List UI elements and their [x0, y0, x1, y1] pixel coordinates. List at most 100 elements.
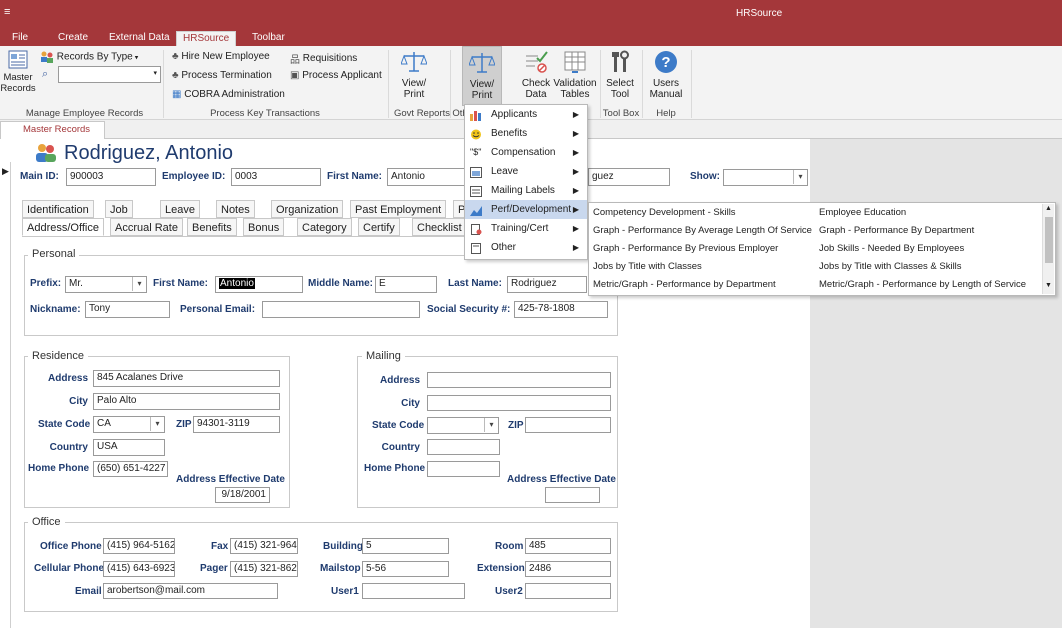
- ssn-field[interactable]: 425-78-1808: [514, 301, 608, 318]
- view-print-govt-button[interactable]: View/ Print: [394, 50, 434, 100]
- tab-create[interactable]: Create: [52, 31, 94, 46]
- email-field[interactable]: arobertson@mail.com: [103, 583, 278, 599]
- users-manual-button[interactable]: ? Users Manual: [645, 50, 687, 100]
- mailing-state-select[interactable]: ▾: [427, 417, 499, 434]
- tab-file[interactable]: File: [6, 31, 34, 46]
- chevron-down-icon[interactable]: ▾: [484, 418, 498, 432]
- menu-item-training-cert[interactable]: Training/Cert ▶: [465, 219, 587, 238]
- tab-bonus[interactable]: Bonus: [243, 218, 285, 236]
- room-field[interactable]: 485: [525, 538, 611, 554]
- residence-state-select[interactable]: CA ▾: [93, 416, 165, 433]
- menu-item-compensation[interactable]: "$" Compensation ▶: [465, 143, 587, 162]
- tab-past-employment[interactable]: Past Employment: [350, 200, 447, 218]
- requisitions-button[interactable]: 品 Requisitions: [290, 51, 357, 66]
- tab-external-data[interactable]: External Data: [103, 31, 176, 46]
- submenu-item[interactable]: Job Skills - Needed By Employees: [819, 240, 964, 258]
- tab-organization[interactable]: Organization: [271, 200, 344, 218]
- process-termination-button[interactable]: ♣ Process Termination: [172, 70, 272, 81]
- extension-field[interactable]: 2486: [525, 561, 611, 577]
- tab-address-office[interactable]: Address/Office: [22, 218, 104, 236]
- mailing-address-field[interactable]: [427, 372, 611, 388]
- mailstop-field[interactable]: 5-56: [362, 561, 449, 577]
- tab-category[interactable]: Category: [297, 218, 352, 236]
- scrollbar-thumb[interactable]: [1045, 217, 1053, 263]
- personal-email-field[interactable]: [262, 301, 420, 318]
- mailing-zip-field[interactable]: [525, 417, 611, 433]
- search-icon: ⌕: [42, 68, 49, 80]
- tab-hrsource[interactable]: HRSource: [176, 31, 237, 46]
- employee-icon: [34, 142, 58, 164]
- process-applicant-button[interactable]: ▣ Process Applicant: [290, 70, 382, 81]
- office-phone-field[interactable]: (415) 964-5162: [103, 538, 175, 554]
- records-by-type-button[interactable]: Records By Type ▾: [40, 51, 138, 63]
- residence-effective-date-field[interactable]: 9/18/2001: [215, 487, 270, 503]
- submenu-item[interactable]: Employee Education: [819, 204, 906, 222]
- validation-tables-button[interactable]: Validation Tables: [552, 50, 598, 100]
- menu-item-other[interactable]: Other ▶: [465, 238, 587, 257]
- mailing-effective-date-field[interactable]: [545, 487, 600, 503]
- tab-leave[interactable]: Leave: [160, 200, 200, 218]
- employee-id-field[interactable]: 0003: [231, 168, 321, 186]
- middle-name-field[interactable]: E: [375, 276, 437, 293]
- submenu-item[interactable]: Competency Development - Skills: [593, 204, 736, 222]
- submenu-item[interactable]: Metric/Graph - Performance by Department: [593, 276, 776, 294]
- submenu-item[interactable]: Graph - Performance By Average Length Of…: [593, 222, 812, 240]
- show-select[interactable]: ▾: [723, 169, 808, 186]
- record-selector[interactable]: ▶: [0, 162, 11, 628]
- records-by-type-select[interactable]: ▾: [58, 66, 161, 83]
- tab-accrual-rate[interactable]: Accrual Rate: [110, 218, 183, 236]
- scroll-up-icon[interactable]: ▲: [1045, 205, 1052, 212]
- quick-access-icon[interactable]: ≡: [4, 6, 10, 18]
- master-records-button[interactable]: Master Records: [0, 50, 36, 94]
- tab-certify[interactable]: Certify: [358, 218, 400, 236]
- tab-identification[interactable]: Identification: [22, 200, 94, 218]
- submenu-item[interactable]: Graph - Performance By Department: [819, 222, 974, 240]
- check-data-button[interactable]: Check Data: [516, 50, 556, 100]
- mailing-phone-field[interactable]: [427, 461, 500, 477]
- residence-address-field[interactable]: 845 Acalanes Drive: [93, 370, 280, 387]
- submenu-item[interactable]: Jobs by Title with Classes: [593, 258, 702, 276]
- tab-notes[interactable]: Notes: [216, 200, 255, 218]
- residence-city-field[interactable]: Palo Alto: [93, 393, 280, 410]
- last-name-field[interactable]: Rodriguez: [507, 276, 587, 293]
- residence-country-field[interactable]: USA: [93, 439, 165, 456]
- cobra-administration-button[interactable]: ▦ COBRA Administration: [172, 89, 285, 100]
- chevron-down-icon[interactable]: ▾: [132, 277, 146, 291]
- fax-field[interactable]: (415) 321-964: [230, 538, 298, 554]
- scroll-down-icon[interactable]: ▼: [1045, 282, 1052, 289]
- mailing-country-field[interactable]: [427, 439, 500, 455]
- hire-new-employee-button[interactable]: ♣ Hire New Employee: [172, 51, 270, 62]
- cellular-phone-field[interactable]: (415) 643-6923: [103, 561, 175, 577]
- menu-item-applicants[interactable]: Applicants ▶: [465, 105, 587, 124]
- submenu-item[interactable]: Graph - Performance By Previous Employer: [593, 240, 778, 258]
- user2-field[interactable]: [525, 583, 611, 599]
- menu-item-mailing-labels[interactable]: Mailing Labels ▶: [465, 181, 587, 200]
- nickname-field[interactable]: Tony: [85, 301, 170, 318]
- select-tool-button[interactable]: Select Tool: [603, 50, 637, 100]
- mailing-city-field[interactable]: [427, 395, 611, 411]
- chevron-down-icon[interactable]: ▾: [150, 417, 164, 431]
- first-name-field[interactable]: Antonio: [387, 168, 465, 186]
- building-field[interactable]: 5: [362, 538, 449, 554]
- menu-item-benefits[interactable]: Benefits ▶: [465, 124, 587, 143]
- pager-field[interactable]: (415) 321-862: [230, 561, 298, 577]
- tab-job[interactable]: Job: [105, 200, 133, 218]
- chevron-down-icon[interactable]: ▾: [793, 170, 807, 184]
- submenu-item[interactable]: Jobs by Title with Classes & Skills: [819, 258, 962, 276]
- submenu-item[interactable]: Metric/Graph - Performance by Length of …: [819, 276, 1026, 294]
- menu-item-leave[interactable]: Leave ▶: [465, 162, 587, 181]
- last-name-field[interactable]: guez: [588, 168, 670, 186]
- tab-benefits[interactable]: Benefits: [187, 218, 237, 236]
- submenu-scrollbar[interactable]: ▲ ▼: [1042, 204, 1054, 294]
- document-tab-master-records[interactable]: Master Records: [0, 121, 106, 139]
- tab-toolbar[interactable]: Toolbar: [246, 31, 291, 46]
- first-name-field[interactable]: Antonio: [215, 276, 303, 293]
- user1-field[interactable]: [362, 583, 465, 599]
- residence-phone-field[interactable]: (650) 651-4227: [93, 461, 168, 477]
- main-id-field[interactable]: 900003: [66, 168, 156, 186]
- prefix-select[interactable]: Mr. ▾: [65, 276, 147, 293]
- menu-item-perf-development[interactable]: Perf/Development ▶: [465, 200, 587, 219]
- residence-zip-field[interactable]: 94301-3119: [193, 416, 280, 433]
- view-print-other-button[interactable]: View/ Print: [462, 46, 502, 106]
- tab-checklist[interactable]: Checklist: [412, 218, 467, 236]
